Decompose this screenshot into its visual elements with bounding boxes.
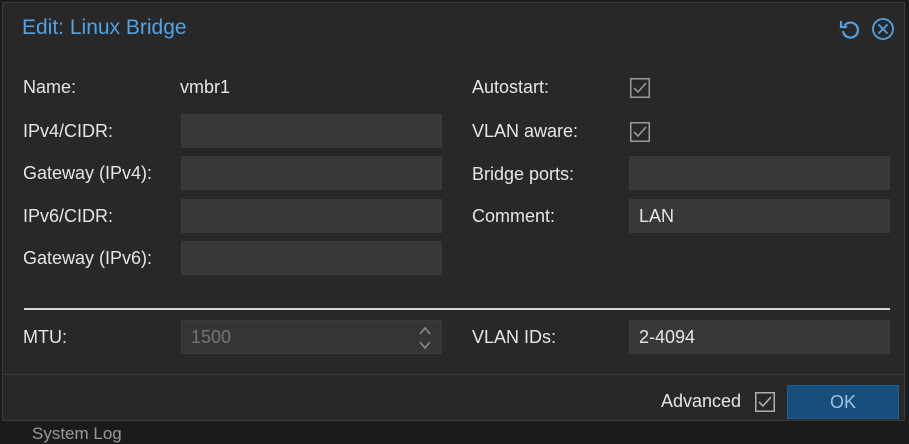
ipv6-cidr-input[interactable] [181,199,442,233]
name-label: Name: [23,77,77,97]
name-value: vmbr1 [180,77,231,97]
vlan-ids-input[interactable] [629,320,890,354]
gateway-ipv4-input[interactable] [181,156,442,190]
background-system-log-text: System Log [32,424,122,443]
advanced-label: Advanced [661,391,742,411]
autostart-checkbox[interactable] [630,78,650,98]
vlan-aware-checkbox[interactable] [630,122,650,142]
mtu-input[interactable] [181,320,442,354]
comment-input[interactable] [629,199,890,233]
gateway-ipv4-label: Gateway (IPv4): [23,163,153,183]
advanced-checkbox[interactable] [755,392,775,412]
gateway-ipv6-input[interactable] [181,241,442,275]
vlan-ids-label: VLAN IDs: [472,327,557,347]
reset-icon[interactable] [838,17,862,41]
gateway-ipv6-label: Gateway (IPv6): [23,248,153,268]
ok-button[interactable]: OK [787,385,899,419]
dialog-title: Edit: Linux Bridge [22,16,187,39]
autostart-label: Autostart: [472,77,550,97]
mtu-spinner-icon[interactable] [417,322,433,354]
comment-label: Comment: [472,206,556,226]
bridge-ports-input[interactable] [629,156,890,190]
ipv4-cidr-label: IPv4/CIDR: [23,121,114,141]
ipv6-cidr-label: IPv6/CIDR: [23,206,114,226]
ipv4-cidr-input[interactable] [181,114,442,148]
close-icon[interactable] [871,17,895,41]
dialog-titlebar: Edit: Linux Bridge [3,3,904,55]
bridge-ports-label: Bridge ports: [472,164,575,184]
vlan-aware-label: VLAN aware: [472,121,579,141]
edit-linux-bridge-dialog: Edit: Linux Bridge Name: vmbr1 IPv4/CIDR… [2,2,905,421]
mtu-label: MTU: [23,327,67,347]
section-separator [24,308,890,310]
